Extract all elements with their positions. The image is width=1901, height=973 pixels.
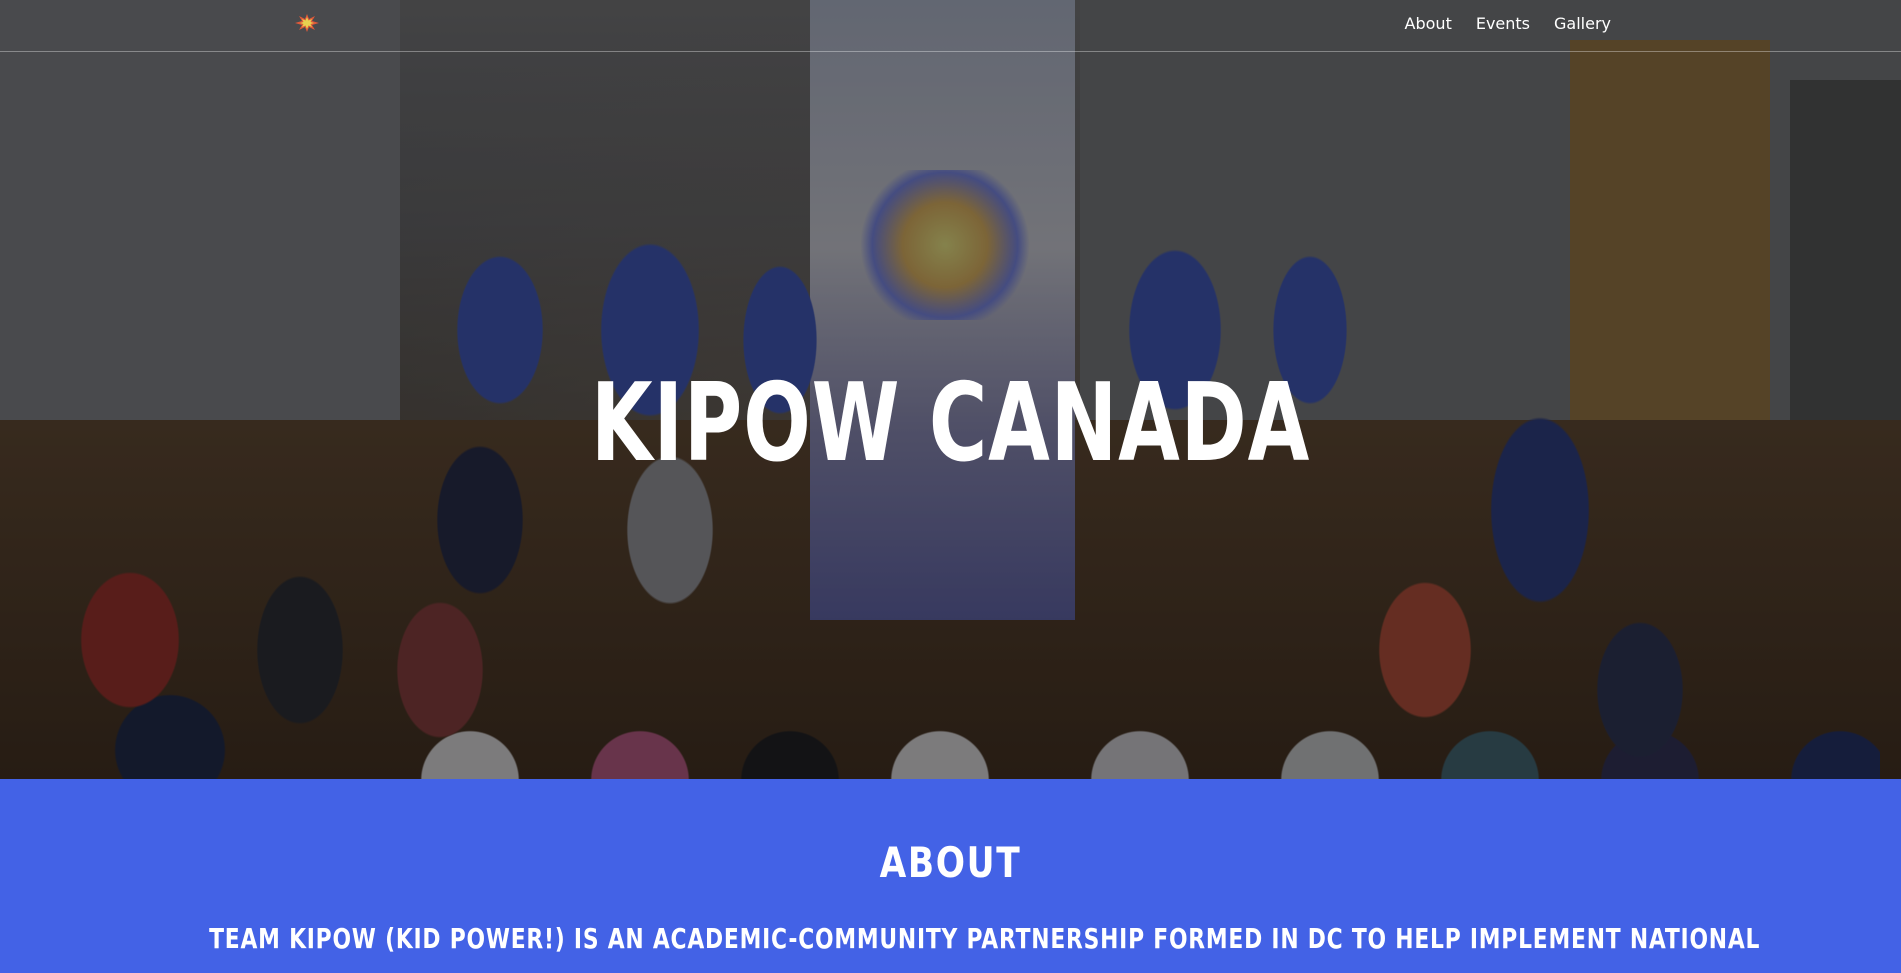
nav-link-gallery[interactable]: Gallery (1554, 14, 1611, 33)
nav-links: About Events Gallery (1405, 14, 1611, 33)
about-heading: ABOUT (879, 838, 1022, 887)
nav-link-events[interactable]: Events (1476, 14, 1530, 33)
hero-section: KIPOW CANADA (0, 0, 1901, 779)
nav-link-about[interactable]: About (1405, 14, 1452, 33)
top-navbar: About Events Gallery (0, 0, 1901, 52)
hero-title: KIPOW CANADA (590, 361, 1311, 486)
kipow-logo-icon[interactable] (295, 14, 319, 32)
about-text: TEAM KIPOW (KID POWER!) IS AN ACADEMIC-C… (209, 922, 1761, 955)
